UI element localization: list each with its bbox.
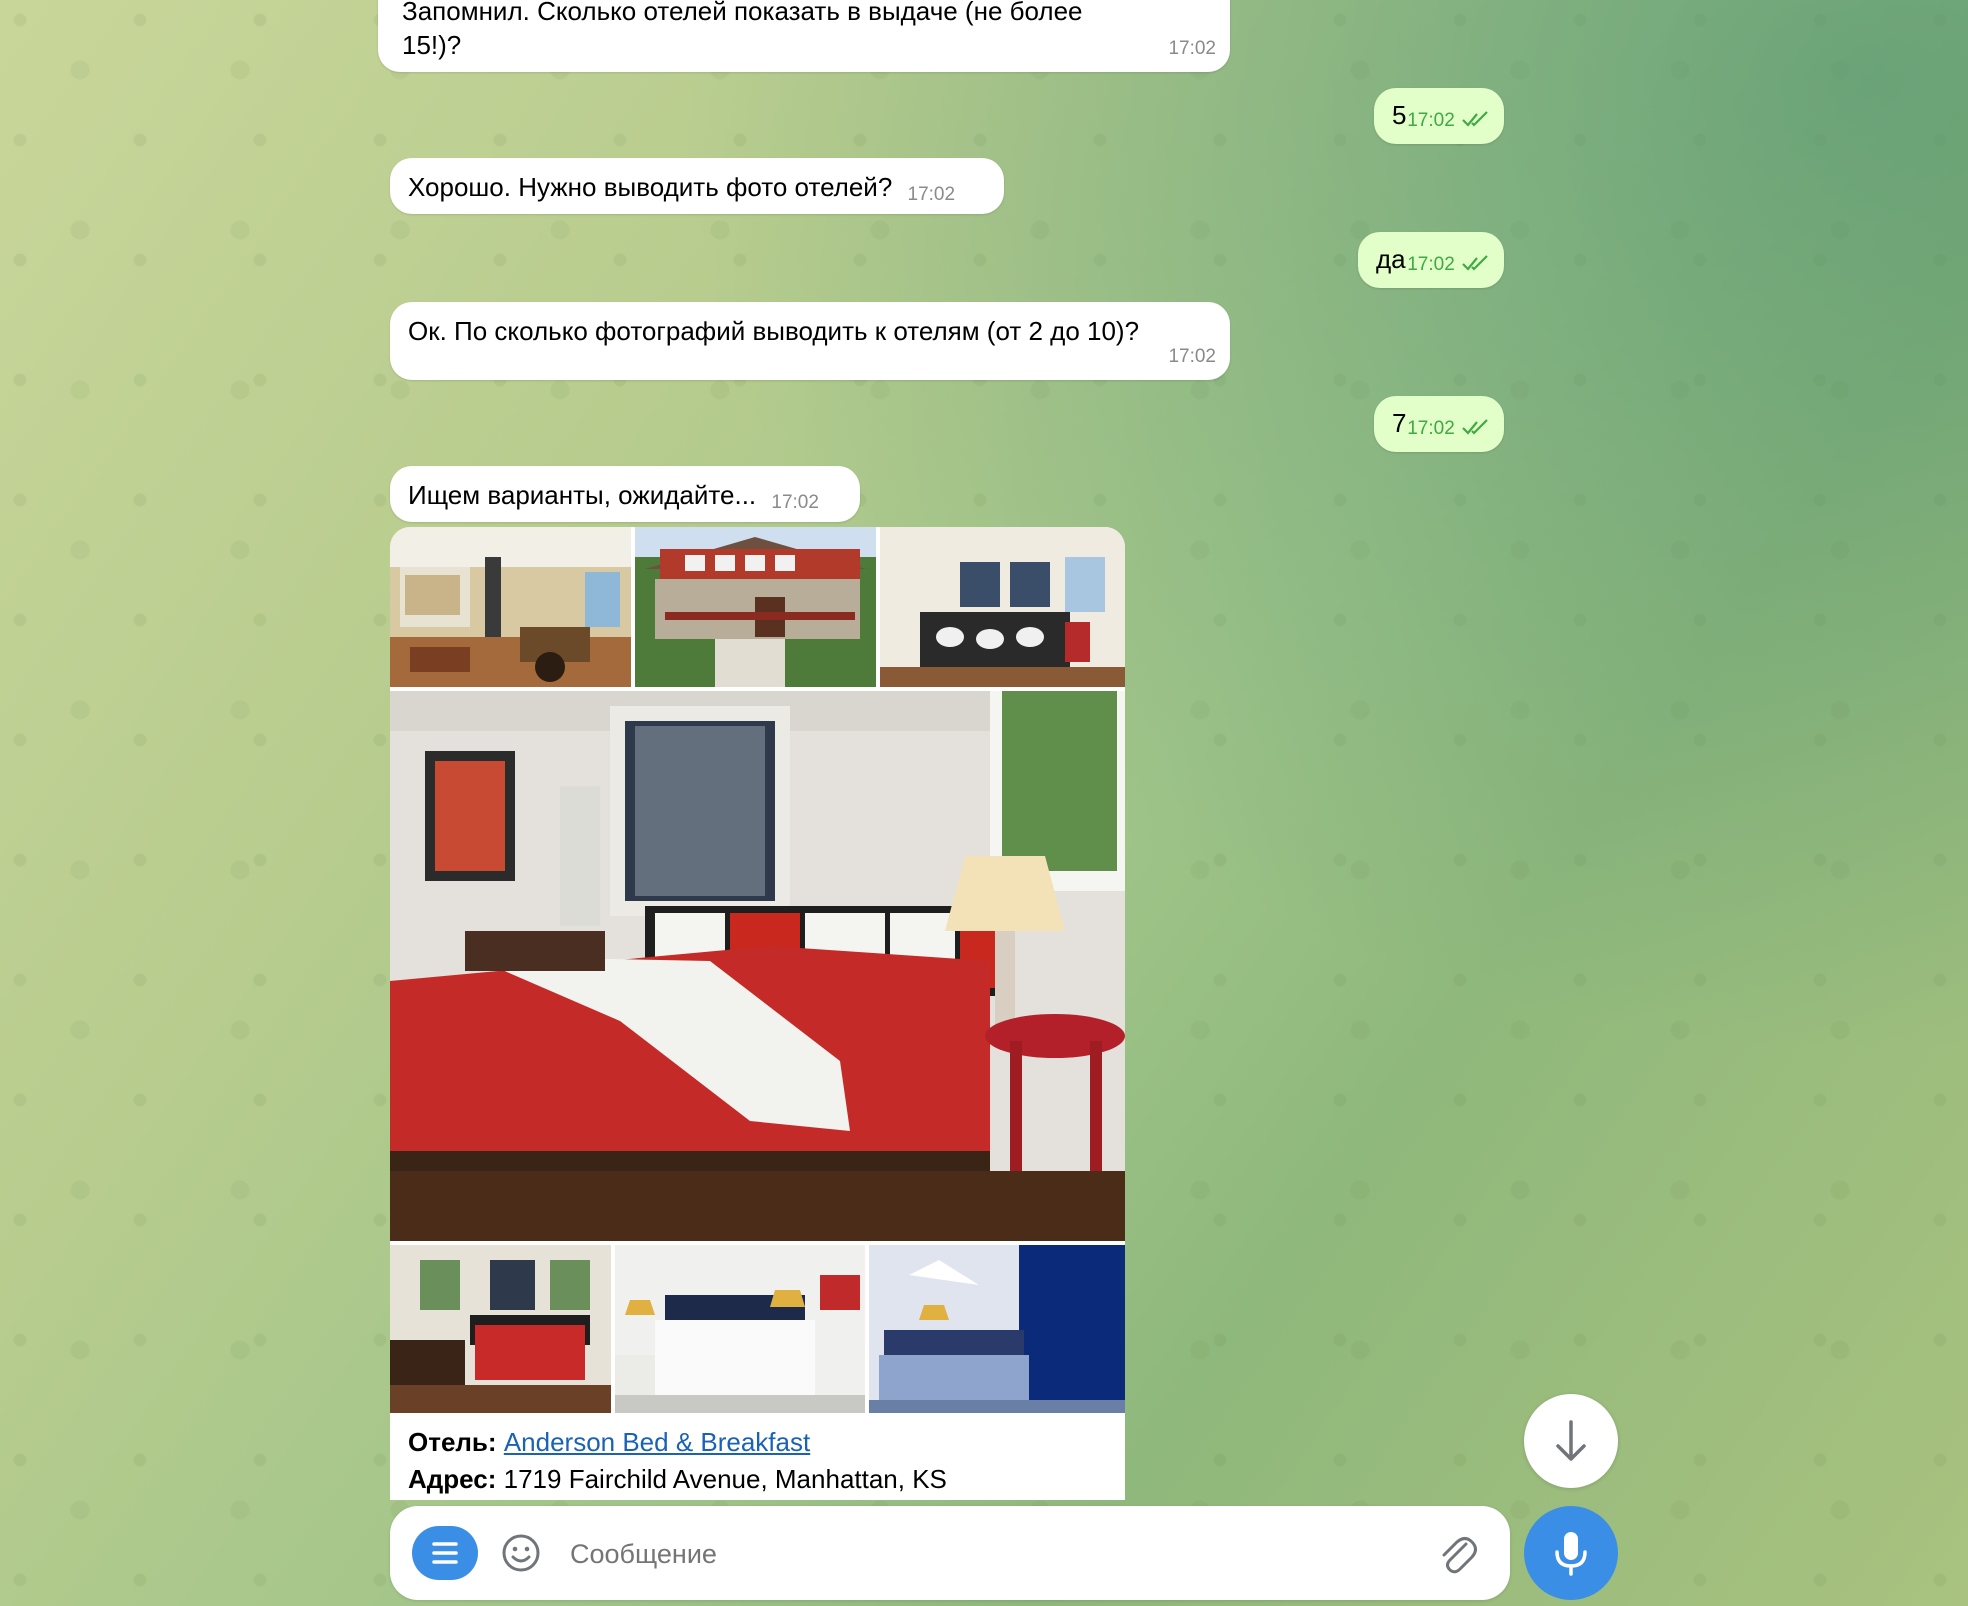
message-text: Ок. По сколько фотографий выводить к оте… (408, 316, 1140, 346)
album-caption: Отель: Anderson Bed & Breakfast Адрес: 1… (390, 1414, 1125, 1500)
message-outgoing[interactable]: да 17:02 (1358, 232, 1504, 288)
photo-album (390, 527, 1125, 1499)
read-checkmarks-icon (1462, 419, 1488, 435)
message-incoming[interactable]: Запомнил. Сколько отелей показать в выда… (378, 0, 1230, 72)
message-composer (390, 1506, 1510, 1600)
album-photo[interactable] (390, 1245, 611, 1413)
message-text: Хорошо. Нужно выводить фото отелей? (408, 172, 893, 202)
message-time: 17:02 (771, 492, 819, 513)
hotel-label: Отель: (408, 1427, 497, 1457)
voice-record-button[interactable] (1524, 1506, 1618, 1600)
paperclip-icon (1442, 1537, 1477, 1574)
hotel-name-row: Отель: Anderson Bed & Breakfast (408, 1424, 1107, 1461)
attach-button[interactable] (1430, 1526, 1484, 1580)
album-photo[interactable] (635, 527, 876, 687)
message-text: да (1376, 244, 1406, 274)
photo-small-red-bedroom-image (390, 1245, 611, 1413)
album-photo[interactable] (880, 527, 1125, 687)
message-text-line: Запомнил. Сколько отелей показать в выда… (402, 0, 1083, 26)
message-text: 7 (1392, 408, 1407, 438)
emoji-button[interactable] (496, 1528, 546, 1578)
message-text: 5 (1392, 100, 1407, 130)
read-checkmarks-icon (1462, 255, 1488, 271)
photo-blue-bedroom-image (869, 1245, 1125, 1413)
scroll-down-button[interactable] (1524, 1394, 1618, 1488)
hotel-address-row: Адрес: 1719 Fairchild Avenue, Manhattan,… (408, 1461, 1107, 1498)
album-photo[interactable] (390, 691, 1125, 1241)
arrow-down-icon (1556, 1420, 1586, 1461)
album-photo[interactable] (390, 527, 631, 687)
message-outgoing[interactable]: 5 17:02 (1374, 88, 1504, 144)
menu-icon (432, 1542, 458, 1564)
message-incoming[interactable]: Хорошо. Нужно выводить фото отелей? 17:0… (390, 158, 1004, 214)
emoji-icon (502, 1534, 540, 1572)
message-input[interactable] (568, 1528, 1392, 1580)
message-incoming[interactable]: Ок. По сколько фотографий выводить к оте… (390, 302, 1230, 380)
message-incoming[interactable]: Ищем варианты, ожидайте... 17:02 (390, 466, 860, 522)
photo-living-room-image (390, 527, 631, 687)
photo-white-bedroom-image (615, 1245, 865, 1413)
album-photo[interactable] (615, 1245, 865, 1413)
hotel-name-link[interactable]: Anderson Bed & Breakfast (504, 1427, 810, 1457)
message-time: 17:02 (1168, 38, 1216, 59)
address-label: Адрес: (408, 1464, 497, 1494)
message-outgoing[interactable]: 7 17:02 (1374, 396, 1504, 452)
message-time: 17:02 (1407, 418, 1455, 439)
microphone-icon (1555, 1532, 1587, 1576)
photo-red-bedroom-image (390, 691, 1125, 1241)
message-time: 17:02 (1407, 110, 1455, 131)
album-photo[interactable] (869, 1245, 1125, 1413)
hotel-address: 1719 Fairchild Avenue, Manhattan, KS (503, 1464, 947, 1494)
read-checkmarks-icon (1462, 111, 1488, 127)
message-time: 17:02 (907, 184, 956, 205)
bot-menu-button[interactable] (412, 1526, 478, 1580)
message-time: 17:02 (1407, 254, 1455, 275)
photo-bedroom-pattern-image (880, 527, 1125, 687)
message-text-line: 15!)? (402, 30, 462, 60)
message-time: 17:02 (1168, 346, 1216, 367)
photo-house-exterior-image (635, 527, 876, 687)
message-text: Ищем варианты, ожидайте... (408, 480, 757, 510)
